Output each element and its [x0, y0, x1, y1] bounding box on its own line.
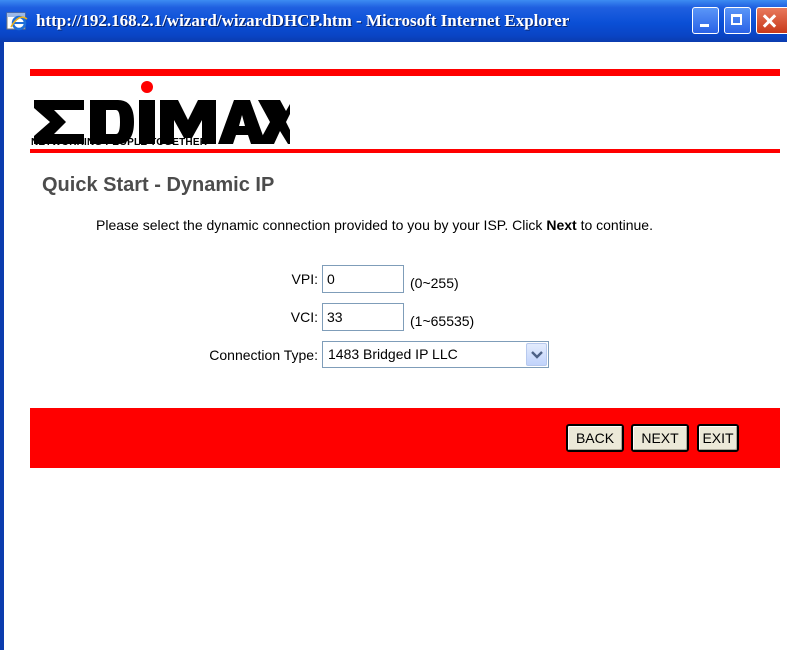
logo-tagline: NETWORKING PEOPLE TOGETHER [31, 137, 208, 148]
minimize-button[interactable] [692, 7, 719, 34]
header-divider-bottom [30, 149, 780, 153]
instructions-part-1: Please select the dynamic connection pro… [96, 217, 547, 233]
connection-type-selected-value: 1483 Bridged IP LLC [328, 346, 458, 362]
connection-type-label: Connection Type: [209, 347, 318, 363]
back-button[interactable]: BACK [566, 424, 624, 452]
window-title: http://192.168.2.1/wizard/wizardDHCP.htm… [36, 11, 570, 30]
page-title: Quick Start - Dynamic IP [42, 174, 275, 196]
title-bar[interactable]: http://192.168.2.1/wizard/wizardDHCP.htm… [0, 0, 787, 42]
header-divider-top [30, 69, 780, 76]
dropdown-arrow-button[interactable] [526, 343, 547, 366]
connection-type-select[interactable]: 1483 Bridged IP LLC [322, 341, 549, 368]
page-content: NETWORKING PEOPLE TOGETHER Quick Start -… [4, 42, 787, 650]
instructions-next-keyword: Next [546, 217, 577, 233]
vci-label: VCI: [290, 309, 318, 325]
vpi-input[interactable] [322, 265, 404, 293]
instructions-part-2: to continue. [576, 217, 653, 233]
instructions-text: Please select the dynamic connection pro… [96, 217, 653, 233]
vpi-range-hint: (0~255) [410, 275, 459, 291]
internet-explorer-icon [6, 12, 28, 31]
vci-input[interactable] [322, 303, 404, 331]
vci-range-hint: (1~65535) [410, 313, 475, 329]
exit-button[interactable]: EXIT [697, 424, 739, 452]
next-button[interactable]: NEXT [631, 424, 689, 452]
chevron-down-icon [531, 351, 543, 359]
browser-window: http://192.168.2.1/wizard/wizardDHCP.htm… [0, 0, 787, 650]
close-button[interactable] [756, 7, 787, 34]
vpi-label: VPI: [291, 271, 318, 287]
maximize-button[interactable] [724, 7, 751, 34]
